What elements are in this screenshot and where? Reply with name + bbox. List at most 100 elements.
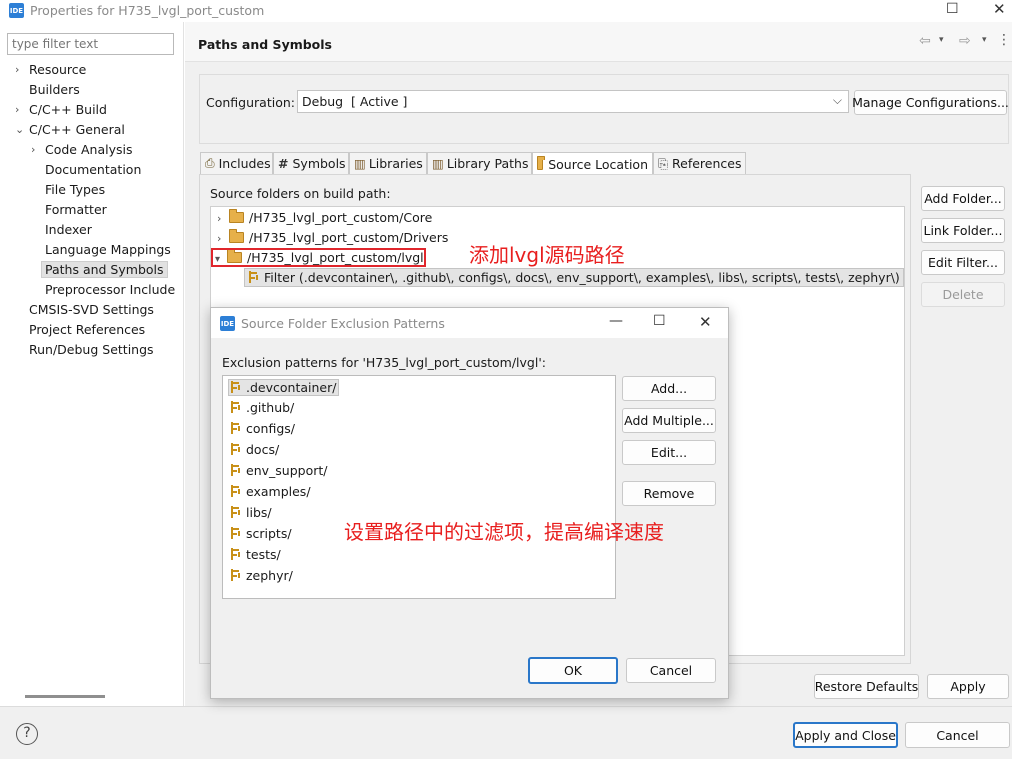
horizontal-scrollbar[interactable] [25,695,105,698]
nav-item-formatter[interactable]: Formatter [28,200,107,219]
left-panel: ›ResourceBuilders›C/C++ Build⌄C/C++ Gene… [0,22,184,706]
nav-item-label: Run/Debug Settings [29,342,154,357]
pattern-item[interactable]: scripts/ [229,526,292,541]
filter-input[interactable] [7,33,174,55]
add-pattern-button[interactable]: Add... [622,376,716,401]
chevron-right-icon[interactable]: › [12,63,29,76]
edit-pattern-button[interactable]: Edit... [622,440,716,465]
nav-item-code-analysis[interactable]: › Code Analysis [28,140,132,159]
back-arrow-icon[interactable]: ⇦ [919,33,931,49]
pattern-item[interactable]: .devcontainer/ [228,379,340,396]
pattern-item[interactable]: configs/ [229,421,295,436]
chevron-down-icon[interactable]: ⌄ [12,123,29,136]
tab-source-location[interactable]: Source Location [532,152,653,175]
source-heading: Source folders on build path: [210,186,391,201]
chevron-right-icon[interactable]: › [28,143,45,156]
nav-item-file-types[interactable]: File Types [28,180,105,199]
nav-item-project-references[interactable]: Project References [12,320,145,339]
nav-item-language-mappings[interactable]: Language Mappings [28,240,171,259]
back-menu-icon[interactable]: ▾ [939,35,944,45]
tab-libraries[interactable]: ▥ Libraries [349,152,427,174]
nav-item-resource[interactable]: › Resource [12,60,86,79]
maximize-icon[interactable]: ☐ [946,1,959,17]
nav-item-documentation[interactable]: Documentation [28,160,141,179]
maximize-icon[interactable]: ☐ [653,313,666,329]
filter-icon [229,380,243,394]
nav-item-run-debug-settings[interactable]: Run/Debug Settings [12,340,154,359]
manage-configurations-button[interactable]: Manage Configurations... [852,90,1009,115]
app-icon: IDE [9,3,24,18]
dialog-label: Exclusion patterns for 'H735_lvgl_port_c… [222,355,546,370]
pattern-text: libs/ [246,505,272,520]
tab-includes[interactable]: ⎙ Includes [200,152,273,174]
restore-defaults-button[interactable]: Restore Defaults [814,674,919,699]
minimize-icon[interactable]: — [609,313,623,329]
pattern-text: env_support/ [246,463,328,478]
tab-library-paths[interactable]: ▥ Library Paths [427,152,532,174]
chevron-right-icon[interactable]: › [12,103,29,116]
nav-item-c-c-general[interactable]: ⌄ C/C++ General [12,120,125,139]
close-icon[interactable]: ✕ [993,0,1006,18]
apply-and-close-button[interactable]: Apply and Close [793,722,898,748]
pattern-item[interactable]: zephyr/ [229,568,293,583]
close-icon[interactable]: ✕ [699,313,712,331]
configuration-value: Debug [ Active ] [302,94,408,109]
nav-item-paths-and-symbols[interactable]: Paths and Symbols [28,260,168,279]
filter-icon [247,270,261,284]
pattern-text: scripts/ [246,526,292,541]
filter-icon [229,463,243,477]
delete-button[interactable]: Delete [921,282,1005,307]
edit-filter-button[interactable]: Edit Filter... [921,250,1005,275]
pattern-item[interactable]: examples/ [229,484,311,499]
pattern-item[interactable]: docs/ [229,442,279,457]
configuration-select[interactable]: Debug [ Active ] ⌵ [297,90,849,113]
forward-arrow-icon[interactable]: ⇨ [959,33,971,49]
add-folder-button[interactable]: Add Folder... [921,186,1005,211]
cancel-button[interactable]: Cancel [905,722,1010,748]
nav-item-preprocessor-include[interactable]: Preprocessor Include [28,280,175,299]
nav-item-label: File Types [45,182,106,197]
view-menu-icon[interactable]: ⋮ [997,32,1011,48]
tab-references[interactable]: ⎘ References [653,152,746,174]
pattern-text: .devcontainer/ [246,380,337,395]
nav-item-c-c-build[interactable]: › C/C++ Build [12,100,107,119]
nav-item-label: Code Analysis [45,142,133,157]
filter-icon [229,505,243,519]
forward-menu-icon[interactable]: ▾ [982,35,987,45]
title-bar: IDE Properties for H735_lvgl_port_custom… [0,0,1012,22]
dialog-app-icon: IDE [220,316,235,331]
filter-row[interactable]: Filter (.devcontainer\, .github\, config… [244,268,904,287]
folder-icon [229,229,244,243]
pattern-text: .github/ [246,400,295,415]
pattern-item[interactable]: tests/ [229,547,281,562]
tab-symbols[interactable]: # Symbols [273,152,349,174]
nav-item-label: C/C++ General [29,122,125,137]
pattern-item[interactable]: env_support/ [229,463,327,478]
nav-item-label: Formatter [45,202,107,217]
pattern-item[interactable]: .github/ [229,400,294,415]
nav-item-label: Project References [29,322,146,337]
folder-icon [229,209,244,223]
add-multiple-button[interactable]: Add Multiple... [622,408,716,433]
nav-item-label: Resource [29,62,87,77]
pattern-text: zephyr/ [246,568,293,583]
window-title: Properties for H735_lvgl_port_custom [30,3,265,18]
nav-item-cmsis-svd-settings[interactable]: CMSIS-SVD Settings [12,300,154,319]
nav-item-label: CMSIS-SVD Settings [29,302,154,317]
dialog-cancel-button[interactable]: Cancel [626,658,716,683]
ok-button[interactable]: OK [528,657,618,684]
source-folder-drivers[interactable]: ›/H735_lvgl_port_custom/Drivers [217,229,448,245]
nav-item-builders[interactable]: Builders [12,80,80,99]
link-folder-button[interactable]: Link Folder... [921,218,1005,243]
source-folder-core[interactable]: ›/H735_lvgl_port_custom/Core [217,209,432,225]
filter-icon [229,421,243,435]
remove-pattern-button[interactable]: Remove [622,481,716,506]
help-icon[interactable]: ? [16,723,38,745]
apply-button[interactable]: Apply [927,674,1009,699]
nav-item-label: Paths and Symbols [41,261,168,278]
pattern-item[interactable]: libs/ [229,505,272,520]
nav-item-label: Preprocessor Include [45,282,176,297]
configuration-label: Configuration: [206,95,295,110]
filter-icon [229,400,243,414]
nav-item-indexer[interactable]: Indexer [28,220,92,239]
